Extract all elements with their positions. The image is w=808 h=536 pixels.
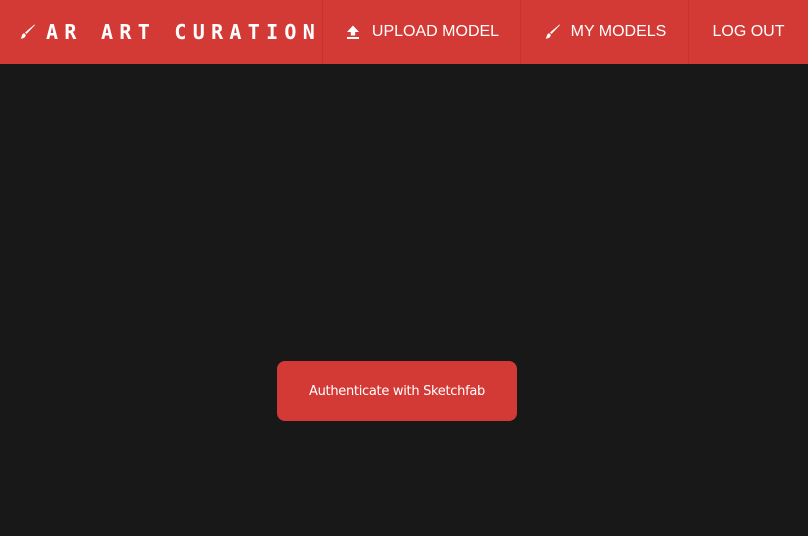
- log-out-label: LOG OUT: [712, 23, 785, 40]
- upload-model-label: UPLOAD MODEL: [371, 23, 500, 40]
- my-models-label: MY MODELS: [570, 23, 667, 40]
- paintbrush-icon: [543, 23, 561, 41]
- top-navbar: AR ART CURATION UPLOAD MODEL MY MODELS L…: [0, 0, 808, 64]
- brand-logo[interactable]: AR ART CURATION: [0, 0, 323, 64]
- paintbrush-icon: [18, 23, 36, 41]
- my-models-link[interactable]: MY MODELS: [521, 0, 689, 64]
- upload-model-link[interactable]: UPLOAD MODEL: [323, 0, 521, 64]
- main-content: Authenticate with Sketchfab: [0, 64, 808, 536]
- upload-icon: [344, 23, 362, 41]
- authenticate-sketchfab-button[interactable]: Authenticate with Sketchfab: [277, 361, 517, 421]
- brand-title: AR ART CURATION: [46, 20, 322, 44]
- log-out-link[interactable]: LOG OUT: [689, 0, 808, 64]
